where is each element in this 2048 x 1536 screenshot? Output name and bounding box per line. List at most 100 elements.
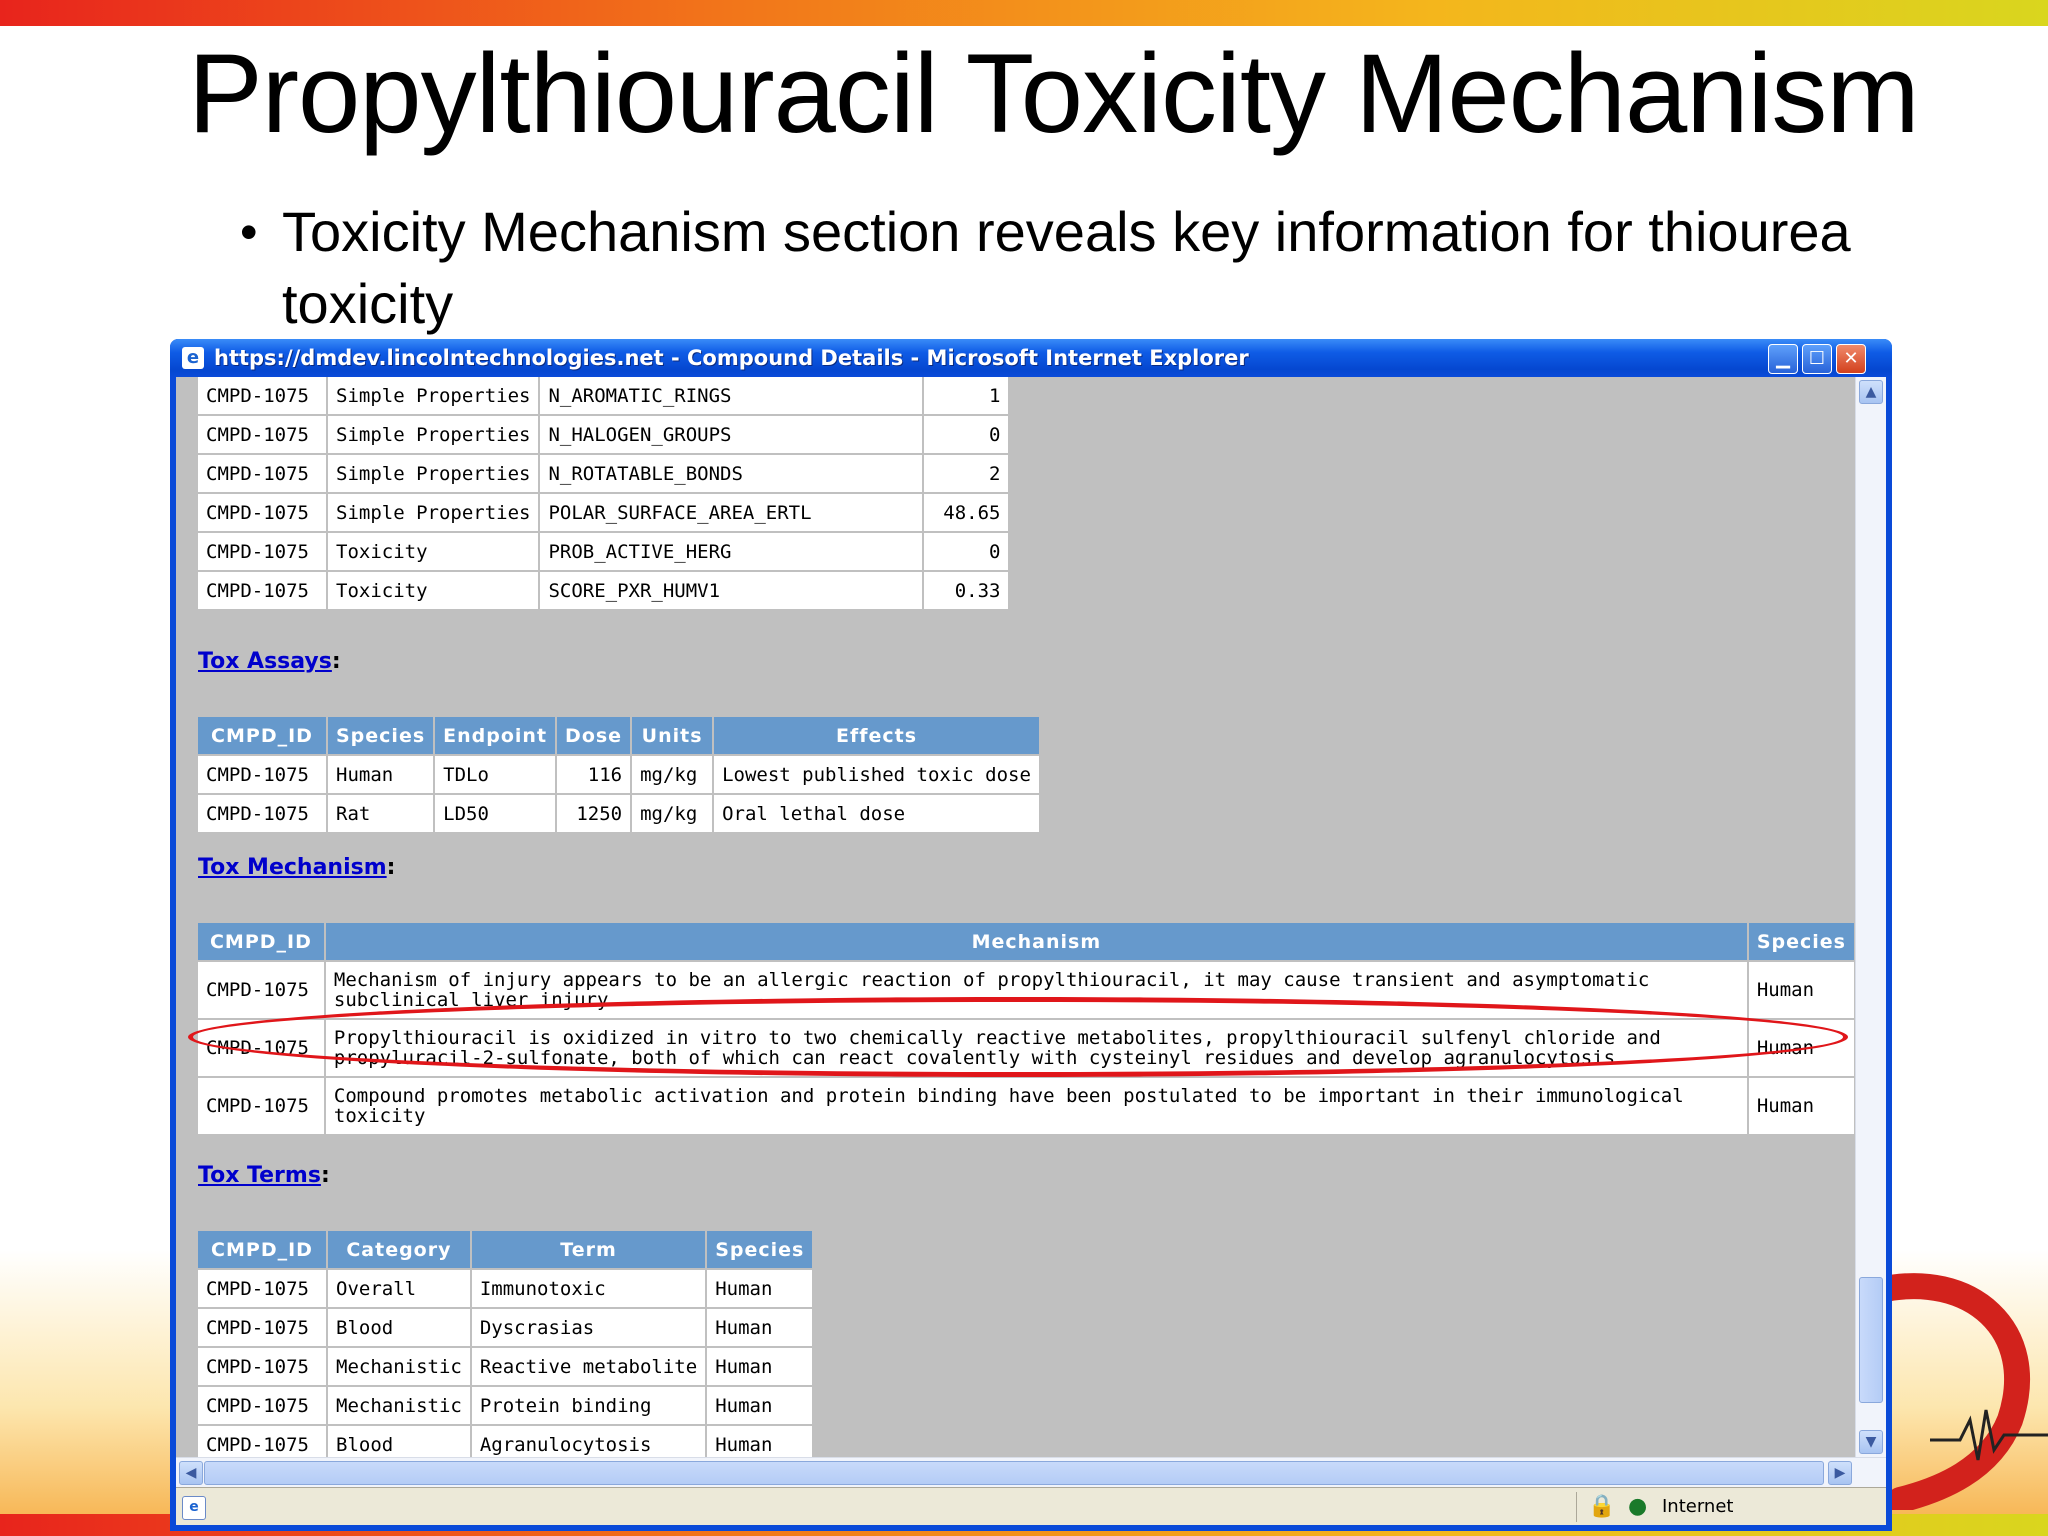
table-cell: Human (1746, 1018, 1856, 1078)
column-header: Term (469, 1229, 708, 1270)
table-row: CMPD-1075 Toxicity PROB_ACTIVE_HERG 0 (196, 531, 1011, 572)
table-cell: CMPD-1075 (196, 1018, 326, 1078)
page-content: CMPD-1075 Simple Properties N_AROMATIC_RIN… (176, 377, 1856, 1457)
scroll-up-button[interactable]: ▲ (1859, 380, 1883, 404)
table-cell: Toxicity (325, 531, 541, 572)
column-header: Mechanism (323, 921, 1749, 962)
table-cell: Simple Properties (325, 492, 541, 533)
security-zone: Internet (1662, 1496, 1734, 1517)
lock-icon: 🔒 (1588, 1494, 1616, 1519)
table-cell: N_ROTATABLE_BONDS (538, 453, 925, 494)
table-cell: 0 (922, 414, 1011, 455)
table-cell: Human (1746, 1076, 1856, 1136)
table-row: CMPD-1075 Compound promotes metabolic act… (196, 1076, 1856, 1136)
table-cell: CMPD-1075 (196, 960, 326, 1020)
column-header: Endpoint (433, 715, 558, 756)
table-cell: CMPD-1075 (196, 793, 328, 834)
table-cell: Rat (325, 793, 436, 834)
maximize-button[interactable]: ☐ (1802, 344, 1832, 374)
tox-assays-colon: : (331, 649, 341, 674)
tox-mechanism-link[interactable]: Tox Mechanism (198, 855, 387, 880)
table-cell: Human (705, 1424, 815, 1457)
table-cell: CMPD-1075 (196, 1307, 328, 1348)
scroll-down-button[interactable]: ▼ (1859, 1430, 1883, 1454)
table-cell: TDLo (433, 754, 558, 795)
column-header: CMPD_ID (196, 1229, 328, 1270)
table-cell: CMPD-1075 (196, 377, 328, 416)
table-cell: CMPD-1075 (196, 453, 328, 494)
window-titlebar[interactable]: e https://dmdev.lincolntechnologies.net … (170, 339, 1892, 377)
table-cell: 1250 (555, 793, 633, 834)
table-cell: CMPD-1075 (196, 492, 328, 533)
vertical-scroll-thumb[interactable] (1859, 1277, 1883, 1403)
properties-table: CMPD-1075 Simple Properties N_AROMATIC_RIN… (196, 377, 1011, 611)
table-cell: Agranulocytosis (469, 1424, 708, 1457)
window-title: https://dmdev.lincolntechnologies.net - … (214, 346, 1249, 370)
column-header: Effects (712, 715, 1041, 756)
table-cell: Dyscrasias (469, 1307, 708, 1348)
table-row: CMPD-1075 Simple Properties N_ROTATABLE_BO… (196, 453, 1011, 494)
column-header: Category (326, 1229, 472, 1270)
table-cell: CMPD-1075 (196, 1385, 328, 1426)
table-row: CMPD-1075 Mechanism of injury appears to … (196, 960, 1856, 1020)
table-cell: Simple Properties (325, 453, 541, 494)
table-cell: CMPD-1075 (196, 1268, 328, 1309)
table-cell: POLAR_SURFACE_AREA_ERTL (538, 492, 925, 533)
tox-terms-link[interactable]: Tox Terms (198, 1163, 321, 1188)
bullet-text: Toxicity Mechanism section reveals key i… (282, 200, 1851, 335)
table-row: CMPD-1075 Propylthiouracil is oxidized in… (196, 1018, 1856, 1078)
table-cell: Protein binding (469, 1385, 708, 1426)
vertical-scrollbar[interactable]: ▲ ▼ (1855, 377, 1886, 1457)
table-cell: N_AROMATIC_RINGS (538, 377, 925, 416)
table-cell: Simple Properties (325, 377, 541, 416)
status-divider (1576, 1492, 1577, 1522)
table-cell: Overall (326, 1268, 472, 1309)
table-row: CMPD-1075 Simple Properties POLAR_SURFACE_… (196, 492, 1011, 533)
table-row: CMPD-1075 Blood Agranulocytosis Human (196, 1424, 815, 1457)
table-cell: 116 (555, 754, 633, 795)
scroll-left-button[interactable]: ◀ (179, 1461, 203, 1485)
table-cell: Human (325, 754, 436, 795)
table-cell: Human (1746, 960, 1856, 1020)
table-cell: CMPD-1075 (196, 414, 328, 455)
table-cell: CMPD-1075 (196, 754, 328, 795)
tox-mechanism-colon: : (386, 855, 396, 880)
table-cell: CMPD-1075 (196, 1346, 328, 1387)
tox-assays-table: CMPD_ID Species Endpoint Dose Units Effects C… (196, 715, 1041, 834)
minimize-button[interactable]: ▁ (1768, 344, 1798, 374)
table-cell: 1 (922, 377, 1011, 416)
table-cell: Toxicity (325, 570, 541, 611)
table-row: CMPD-1075 Rat LD50 1250 mg/kg Oral lethal dos… (196, 793, 1041, 834)
tox-mechanism-heading: Tox Mechanism: (198, 855, 395, 880)
table-cell: Human (705, 1268, 815, 1309)
globe-icon: ● (1628, 1494, 1648, 1519)
table-cell: Mechanistic (326, 1346, 472, 1387)
column-header: Species (325, 715, 436, 756)
slide-bullet: • Toxicity Mechanism section reveals key… (240, 196, 1944, 340)
scroll-right-button[interactable]: ▶ (1828, 1461, 1852, 1485)
horizontal-scroll-thumb[interactable] (204, 1461, 1824, 1485)
tox-assays-heading: Tox Assays: (198, 649, 341, 674)
table-row: CMPD-1075 Simple Properties N_HALOGEN_GROU… (196, 414, 1011, 455)
table-cell: Reactive metabolite (469, 1346, 708, 1387)
bullet-marker: • (240, 204, 258, 260)
table-cell: PROB_ACTIVE_HERG (538, 531, 925, 572)
table-cell: CMPD-1075 (196, 531, 328, 572)
table-cell: SCORE_PXR_HUMV1 (538, 570, 925, 611)
table-cell: 0.33 (922, 570, 1011, 611)
table-cell: LD50 (433, 793, 558, 834)
table-cell: 0 (922, 531, 1011, 572)
table-cell: Blood (326, 1307, 472, 1348)
close-button[interactable]: ✕ (1836, 344, 1866, 374)
column-header: Dose (555, 715, 633, 756)
table-cell: Compound promotes metabolic activation a… (323, 1076, 1749, 1136)
table-cell: N_HALOGEN_GROUPS (538, 414, 925, 455)
table-cell: Mechanistic (326, 1385, 472, 1426)
slide-top-accent-bar (0, 0, 2048, 26)
table-cell: Human (705, 1385, 815, 1426)
page-status-icon: e (182, 1496, 206, 1520)
horizontal-scrollbar[interactable]: ◀ ▶ (176, 1457, 1886, 1488)
tox-assays-link[interactable]: Tox Assays (198, 649, 332, 674)
column-header: CMPD_ID (196, 921, 326, 962)
table-row: CMPD-1075 Simple Properties N_AROMATIC_RIN… (196, 377, 1011, 416)
